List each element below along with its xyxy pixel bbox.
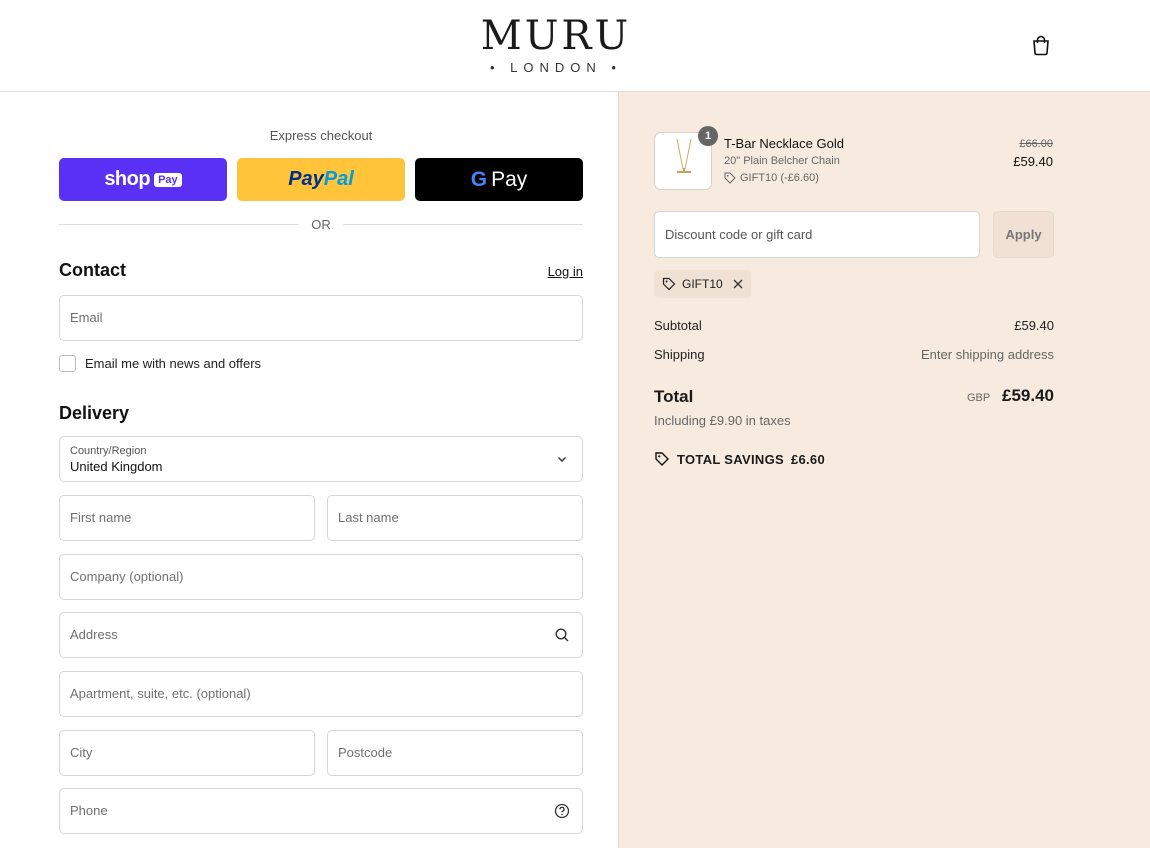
tag-icon <box>724 172 736 184</box>
country-value: United Kingdom <box>70 459 163 474</box>
city-placeholder: City <box>70 745 93 760</box>
remove-discount-button[interactable] <box>733 279 743 289</box>
discounted-price: £59.40 <box>1013 154 1053 169</box>
total-label: Total <box>654 387 694 406</box>
quantity-badge: 1 <box>698 126 718 146</box>
shopping-bag-icon[interactable] <box>1030 34 1052 56</box>
postcode-field[interactable]: Postcode <box>327 730 583 776</box>
google-pay-label: G Pay <box>470 167 528 191</box>
first-name-field[interactable]: First name <box>59 495 315 541</box>
contact-heading: Contact <box>59 260 126 280</box>
or-divider: OR <box>59 216 583 232</box>
first-name-placeholder: First name <box>70 510 132 525</box>
delivery-heading: Delivery <box>59 403 130 423</box>
last-name-placeholder: Last name <box>338 510 399 525</box>
company-placeholder: Company (optional) <box>70 569 184 584</box>
phone-field[interactable]: Phone <box>59 788 583 834</box>
search-icon[interactable] <box>554 627 570 643</box>
shipping-label: Shipping <box>654 347 705 362</box>
phone-placeholder: Phone <box>70 803 108 818</box>
newsletter-option[interactable]: Email me with news and offers <box>59 354 261 372</box>
product-discount-text: GIFT10 (-£6.60) <box>740 172 819 184</box>
address-field[interactable]: Address <box>59 612 583 658</box>
subtotal-row: Subtotal £59.40 <box>654 318 1054 333</box>
google-g-icon: G <box>470 167 488 191</box>
brand-logo[interactable]: MURU • LONDON • <box>476 14 636 75</box>
address-placeholder: Address <box>70 627 118 642</box>
subtotal-label: Subtotal <box>654 318 702 333</box>
country-select[interactable]: Country/Region United Kingdom <box>59 436 583 482</box>
help-icon[interactable] <box>554 803 570 819</box>
product-name: T-Bar Necklace Gold <box>724 136 844 151</box>
product-discount: GIFT10 (-£6.60) <box>724 172 819 184</box>
original-price: £66.00 <box>1019 138 1053 150</box>
last-name-field[interactable]: Last name <box>327 495 583 541</box>
chevron-down-icon <box>558 457 566 462</box>
shop-pay-button[interactable]: shop Pay <box>59 158 227 201</box>
applied-discount-tag: GIFT10 <box>654 270 751 298</box>
email-field[interactable]: Email <box>59 295 583 341</box>
shop-pay-badge: Pay <box>154 172 182 187</box>
google-pay-button[interactable]: G Pay <box>415 158 583 201</box>
discount-code-input[interactable]: Discount code or gift card <box>654 211 980 258</box>
newsletter-label: Email me with news and offers <box>85 355 262 371</box>
shop-pay-label: shop <box>104 168 151 190</box>
apply-discount-button[interactable]: Apply <box>993 211 1054 258</box>
paypal-label: PayPal <box>288 168 354 190</box>
country-label: Country/Region <box>70 445 147 457</box>
discount-code-placeholder: Discount code or gift card <box>665 227 813 242</box>
brand-location: • LONDON • <box>490 60 622 75</box>
apartment-placeholder: Apartment, suite, etc. (optional) <box>70 686 251 701</box>
subtotal-value: £59.40 <box>1014 318 1054 333</box>
postcode-placeholder: Postcode <box>338 745 393 760</box>
shipping-value: Enter shipping address <box>921 347 1054 362</box>
company-field[interactable]: Company (optional) <box>59 554 583 600</box>
total-savings: TOTAL SAVINGS £6.60 <box>654 451 825 467</box>
total-value: £59.40 <box>1002 386 1054 405</box>
tax-note: Including £9.90 in taxes <box>654 413 791 428</box>
shipping-row: Shipping Enter shipping address <box>654 347 1054 362</box>
login-link[interactable]: Log in <box>530 264 583 279</box>
close-icon <box>733 279 743 289</box>
newsletter-checkbox[interactable] <box>59 354 76 372</box>
product-variant: 20" Plain Belcher Chain <box>724 155 840 167</box>
savings-label: TOTAL SAVINGS <box>677 451 784 467</box>
express-checkout-title: Express checkout <box>269 128 373 143</box>
tag-icon <box>655 452 669 466</box>
savings-value: £6.60 <box>790 451 825 467</box>
order-summary-panel: 1 T-Bar Necklace Gold 20" Plain Belcher … <box>618 92 1150 848</box>
paypal-button[interactable]: PayPal <box>237 158 405 201</box>
site-header: MURU • LONDON • <box>0 0 1150 92</box>
or-text: OR <box>311 217 331 232</box>
city-field[interactable]: City <box>59 730 315 776</box>
email-placeholder: Email <box>70 310 103 325</box>
tag-icon <box>662 277 676 291</box>
brand-name: MURU <box>480 13 632 59</box>
applied-discount-code: GIFT10 <box>682 277 723 291</box>
checkout-form-panel: Express checkout shop Pay PayPal G Pay O… <box>0 92 618 848</box>
apartment-field[interactable]: Apartment, suite, etc. (optional) <box>59 671 583 717</box>
